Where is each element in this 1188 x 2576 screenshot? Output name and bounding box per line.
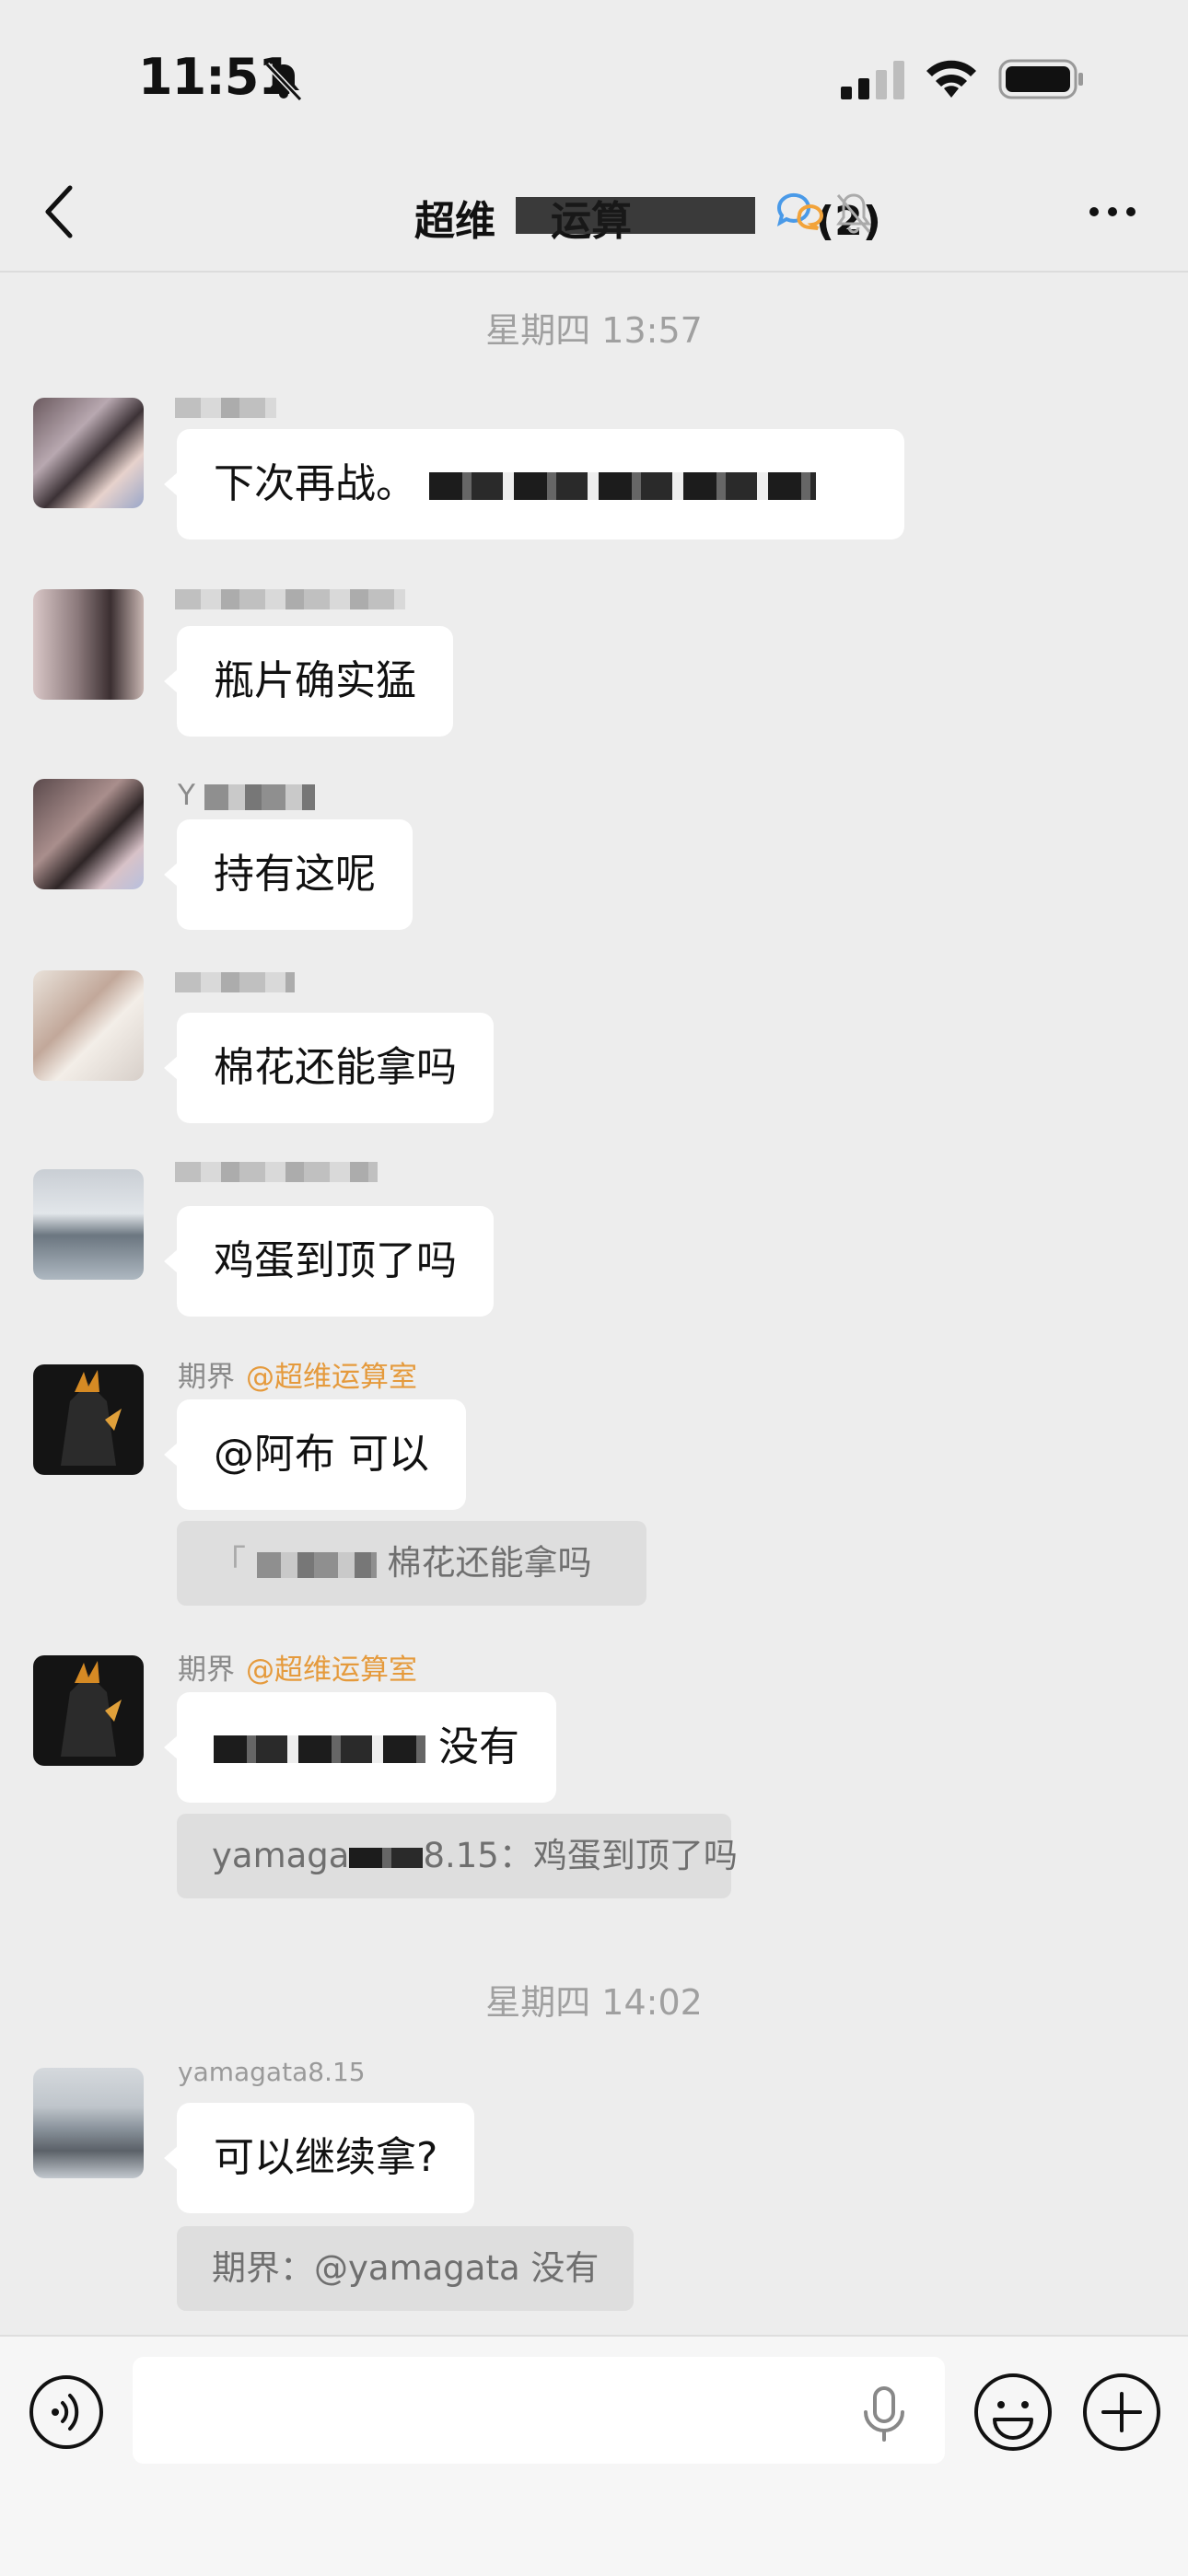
- quote-redaction: [349, 1847, 424, 1868]
- sender-mention: @超维运算室: [246, 1654, 417, 1687]
- sender-name: 期界 @超维运算室: [178, 1361, 417, 1394]
- avatar[interactable]: [33, 1169, 144, 1280]
- back-chevron-icon[interactable]: [41, 182, 77, 241]
- chat-title-start: 超维: [414, 198, 495, 245]
- message-text: @阿布 可以: [214, 1431, 429, 1478]
- chat-header: 超维运算(2): [0, 157, 1188, 273]
- add-attachment-icon[interactable]: [1081, 2372, 1162, 2453]
- message-text: 瓶片确实猛: [214, 657, 416, 704]
- status-bar: 11:51: [0, 0, 1188, 157]
- quoted-sender-prefix: yamaga: [212, 1836, 350, 1875]
- message-bubble[interactable]: 鸡蛋到顶了吗: [164, 1206, 494, 1317]
- muted-notifications-icon: [836, 193, 871, 234]
- message-bubble[interactable]: 没有: [164, 1692, 556, 1803]
- message-bubble[interactable]: 棉花还能拿吗: [164, 1013, 494, 1123]
- text-redaction: [429, 472, 816, 500]
- input-bar: [0, 2335, 1188, 2576]
- microphone-icon[interactable]: [858, 2385, 910, 2443]
- message-text: 下次再战。: [214, 460, 416, 507]
- quoted-text: 期界：@yamagata 没有: [212, 2248, 600, 2288]
- sender-name-redacted: [175, 589, 405, 609]
- sender-name-redacted: [175, 972, 295, 992]
- quoted-message[interactable]: yamaga 8.15：鸡蛋到顶了吗: [177, 1814, 738, 1898]
- cellular-signal-icon: [841, 61, 904, 99]
- message-bubble[interactable]: 持有这呢: [164, 819, 413, 930]
- sender-name-redacted: [175, 1162, 378, 1182]
- sender-name-redacted: [175, 398, 276, 418]
- quote-redaction: [256, 1551, 377, 1578]
- group-chat-icon: [776, 192, 823, 230]
- avatar[interactable]: [33, 779, 144, 889]
- message-text: 持有这呢: [214, 851, 376, 898]
- message-text: 棉花还能拿吗: [214, 1044, 457, 1091]
- avatar[interactable]: [33, 1364, 144, 1475]
- mute-bell-icon: [264, 62, 303, 102]
- quoted-text: 棉花还能拿吗: [387, 1543, 592, 1583]
- timestamp: 星期四 14:02: [485, 1982, 703, 2023]
- title-redaction: [516, 197, 755, 234]
- message-bubble[interactable]: 下次再战。: [164, 429, 904, 540]
- avatar[interactable]: [33, 2068, 144, 2178]
- sender-name: yamagata8.15: [178, 2057, 366, 2087]
- message-text: 没有: [438, 1723, 519, 1770]
- message-text: 鸡蛋到顶了吗: [214, 1237, 457, 1284]
- quoted-message[interactable]: 「 棉花还能拿吗: [177, 1521, 646, 1606]
- message-bubble[interactable]: 瓶片确实猛: [164, 626, 453, 737]
- message-bubble[interactable]: @阿布 可以: [164, 1399, 466, 1510]
- message-input[interactable]: [133, 2357, 945, 2464]
- sender-redaction: [204, 783, 315, 810]
- quoted-message[interactable]: 期界：@yamagata 没有: [177, 2226, 635, 2311]
- more-options-icon[interactable]: [1087, 203, 1138, 221]
- sender-name: Y: [178, 779, 315, 812]
- avatar[interactable]: [33, 970, 144, 1081]
- avatar[interactable]: [33, 589, 144, 700]
- battery-icon: [998, 59, 1083, 99]
- quoted-sender-suffix: 8.15：: [423, 1836, 533, 1875]
- avatar[interactable]: [33, 398, 144, 508]
- sender-name: 期界 @超维运算室: [178, 1654, 417, 1687]
- timestamp: 星期四 13:57: [485, 310, 703, 351]
- avatar[interactable]: [33, 1655, 144, 1766]
- sender-mention: @超维运算室: [246, 1361, 417, 1394]
- voice-mode-icon[interactable]: [28, 2373, 105, 2451]
- quoted-text: 鸡蛋到顶了吗: [532, 1836, 738, 1875]
- message-text: 可以继续拿?: [214, 2134, 438, 2181]
- message-bubble[interactable]: 可以继续拿?: [163, 2103, 475, 2213]
- text-redaction: [214, 1735, 425, 1763]
- emoji-icon[interactable]: [973, 2372, 1054, 2453]
- wifi-icon: [926, 60, 976, 98]
